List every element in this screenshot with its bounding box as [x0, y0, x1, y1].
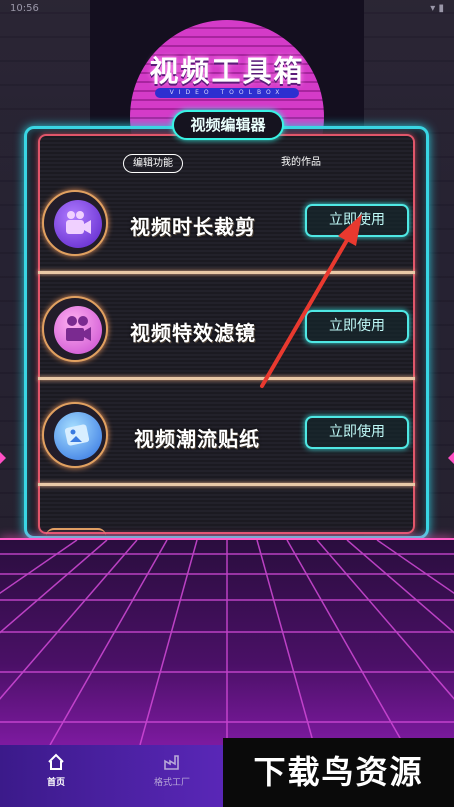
section-title: 视频编辑器: [172, 110, 284, 140]
factory-icon: [164, 755, 179, 770]
feature-name: 视频特效滤镜: [130, 321, 256, 345]
row-divider: [38, 483, 415, 486]
left-edge-marker: [0, 452, 6, 464]
icon-ring: [42, 402, 108, 468]
feature-row-sticker: 视频潮流贴纸 立即使用: [38, 380, 415, 486]
home-icon: [48, 753, 64, 770]
nav-format-factory-label: 格式工厂: [153, 778, 190, 788]
nav-home[interactable]: 首页: [26, 753, 86, 788]
right-edge-marker: [448, 452, 454, 464]
feature-name: 视频潮流贴纸: [134, 427, 260, 451]
use-now-button-sticker[interactable]: 立即使用: [305, 416, 409, 449]
status-bar: 10:56 ▾ ▮: [0, 0, 454, 18]
page-subtitle: VIDEO TOOLBOX: [155, 88, 299, 98]
feature-name: 视频时长裁剪: [130, 215, 256, 239]
film-camera-icon: [54, 306, 102, 354]
page-title: 视频工具箱: [149, 54, 305, 88]
next-row-peek: [46, 528, 106, 536]
neon-grid-floor: [0, 540, 454, 745]
use-now-button-trim[interactable]: 立即使用: [305, 204, 409, 237]
video-camera-icon: [54, 200, 102, 248]
icon-ring: [42, 190, 108, 256]
watermark-text: 下载鸟资源: [253, 753, 424, 791]
watermark: 下载鸟资源: [223, 738, 454, 807]
nav-format-factory[interactable]: 格式工厂: [142, 753, 202, 788]
status-icons: ▾ ▮: [430, 3, 444, 14]
status-time: 10:56: [10, 3, 39, 14]
use-now-button-filter[interactable]: 立即使用: [305, 310, 409, 343]
icon-ring: [42, 296, 108, 362]
feature-row-trim: 视频时长裁剪 立即使用: [38, 168, 415, 274]
nav-home-label: 首页: [46, 778, 65, 788]
feature-row-filter: 视频特效滤镜 立即使用: [38, 274, 415, 380]
image-sticker-icon: [54, 412, 102, 460]
